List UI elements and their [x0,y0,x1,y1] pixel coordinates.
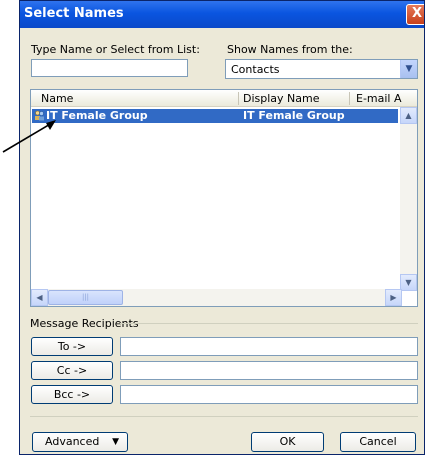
pointer-arrow-annotation [2,120,56,153]
